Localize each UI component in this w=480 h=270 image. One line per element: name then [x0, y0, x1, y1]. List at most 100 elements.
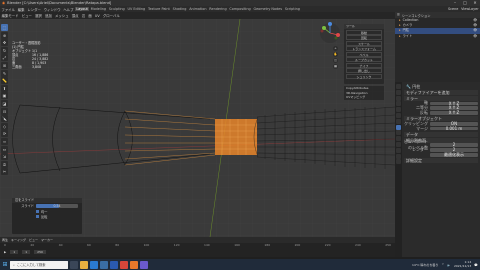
- zoom-icon[interactable]: +: [333, 46, 338, 51]
- menu-item[interactable]: レンダー: [26, 7, 42, 12]
- operator-checkbox-row[interactable]: 反転: [12, 214, 82, 220]
- volume-icon[interactable]: 🔈: [447, 263, 451, 267]
- loop-cut-icon[interactable]: ⊟: [1, 107, 8, 115]
- viewport-menu-item[interactable]: 追加: [43, 13, 53, 18]
- rotate-icon[interactable]: ↻: [1, 46, 8, 54]
- pan-icon[interactable]: ✋: [333, 52, 338, 57]
- workspace-tab[interactable]: Sculpting: [107, 7, 126, 11]
- viewport-menu-item[interactable]: 編集モード: [0, 13, 20, 18]
- sidebar-tool-button[interactable]: シュリンク: [346, 73, 382, 79]
- smooth-icon[interactable]: ≈: [1, 137, 8, 145]
- viewport-menu-item[interactable]: 辺: [80, 13, 87, 18]
- workspace-tab[interactable]: Shading: [171, 7, 188, 11]
- weather-text[interactable]: 14°C 晴れのち曇り: [412, 263, 438, 267]
- clock-date[interactable]: 2021/11/13: [454, 264, 471, 268]
- edge-slide-icon[interactable]: ⇔: [1, 145, 8, 153]
- store-icon[interactable]: [100, 260, 108, 269]
- workspace-tab[interactable]: Compositing: [228, 7, 252, 11]
- explorer-icon[interactable]: [80, 260, 88, 269]
- modifier-panel-header[interactable]: データ: [404, 131, 478, 137]
- workspace-tab[interactable]: Layout: [74, 7, 90, 11]
- view-layer-tab-icon[interactable]: [396, 101, 401, 107]
- timeline-menu-item[interactable]: キーイング: [11, 238, 26, 242]
- chrome-icon[interactable]: [120, 260, 128, 269]
- menu-item[interactable]: 編集: [16, 7, 26, 12]
- workspace-tab[interactable]: UV Editing: [126, 7, 146, 11]
- navigation-gizmo[interactable]: [319, 22, 341, 44]
- viewport-menu-item[interactable]: グローバル: [101, 13, 121, 18]
- viewport-menu-item[interactable]: 面: [87, 13, 94, 18]
- shrink-icon[interactable]: ⇲: [1, 153, 8, 161]
- workspace-tab[interactable]: Modeling: [89, 7, 107, 11]
- move-icon[interactable]: ✥: [1, 39, 8, 47]
- workspace-tab[interactable]: Rendering: [208, 7, 228, 11]
- shear-icon[interactable]: ⧄: [1, 160, 8, 168]
- transform-icon[interactable]: ⊞: [1, 61, 8, 69]
- sidebar-tool-button[interactable]: 移動: [346, 29, 382, 35]
- mail-icon[interactable]: [110, 260, 118, 269]
- data-tab-icon[interactable]: [396, 147, 401, 153]
- property-field[interactable]: X Y Z: [430, 111, 478, 115]
- workspace-tab[interactable]: Geometry Nodes: [252, 7, 283, 11]
- timeline-menu-item[interactable]: 再生: [2, 238, 8, 242]
- select-box-icon[interactable]: ⬚: [1, 24, 8, 31]
- modifier-panel-header[interactable]: 詳細設定: [404, 158, 478, 164]
- bevel-icon[interactable]: ◪: [1, 99, 8, 107]
- cursor-icon[interactable]: ⊕: [1, 31, 8, 39]
- physics-tab-icon[interactable]: [396, 136, 401, 142]
- menu-item[interactable]: ファイル: [0, 7, 16, 12]
- sidebar-tool-button[interactable]: トランスフォーム: [346, 46, 382, 51]
- blender-taskbar-icon[interactable]: [130, 260, 138, 269]
- sidebar-tool-button[interactable]: スケール: [346, 40, 382, 46]
- extrude-icon[interactable]: ⬆: [1, 84, 8, 92]
- property-field[interactable]: 最適化表示: [430, 153, 478, 157]
- property-field[interactable]: 0.001 m: [430, 126, 478, 131]
- object-tab-icon[interactable]: [396, 118, 401, 124]
- viewport-menu-item[interactable]: 頂点: [70, 13, 80, 18]
- addon-panel-header[interactable]: UVマッピング: [344, 95, 384, 100]
- output-tab-icon[interactable]: [396, 95, 401, 101]
- network-icon[interactable]: ⌔: [441, 262, 444, 267]
- visibility-icon[interactable]: 👁: [473, 34, 477, 39]
- timeline-menu-item[interactable]: マーカー: [41, 238, 53, 242]
- texture-tab-icon[interactable]: [396, 159, 401, 165]
- operator-slider[interactable]: 0.54: [36, 203, 78, 208]
- world-tab-icon[interactable]: [396, 112, 401, 118]
- edge-icon[interactable]: [90, 260, 98, 269]
- viewport-menu-item[interactable]: UV: [93, 14, 101, 18]
- spin-icon[interactable]: ⟳: [1, 130, 8, 138]
- tool-tab-icon[interactable]: [396, 84, 401, 89]
- viewport-menu-item[interactable]: 選択: [34, 13, 44, 18]
- knife-icon[interactable]: 🔪: [1, 115, 8, 123]
- sidebar-tool-button[interactable]: ベベル: [346, 51, 382, 57]
- scene-selector[interactable]: Scene: [447, 7, 460, 11]
- inset-icon[interactable]: ▣: [1, 92, 8, 100]
- modifier-panel-header[interactable]: モディファイアーを追加: [404, 90, 478, 95]
- timeline-menu-item[interactable]: ビュー: [29, 238, 38, 242]
- menu-item[interactable]: ヘルプ: [62, 7, 75, 12]
- annotate-icon[interactable]: ✎: [1, 69, 8, 77]
- app-taskbar-icon[interactable]: [140, 260, 148, 269]
- windows-start-icon[interactable]: ⊞: [0, 259, 10, 270]
- sidebar-tool-button[interactable]: 回転: [346, 35, 382, 40]
- poly-build-icon[interactable]: ◇: [1, 122, 8, 130]
- workspace-tab[interactable]: Scripting: [283, 7, 301, 11]
- render-tab-icon[interactable]: [396, 89, 401, 95]
- modifier-tab-icon[interactable]: [396, 124, 401, 130]
- checkbox[interactable]: [36, 209, 39, 213]
- sidebar-tool-button[interactable]: 押し出し: [346, 68, 382, 73]
- ortho-toggle-icon[interactable]: ▦: [333, 64, 338, 69]
- sidebar-tool-button[interactable]: ループカット: [346, 57, 382, 62]
- workspace-tab[interactable]: Texture Paint: [147, 7, 172, 11]
- checkbox[interactable]: [36, 215, 39, 219]
- viewport-menu-item[interactable]: メッシュ: [53, 13, 70, 18]
- menu-item[interactable]: ウィンドウ: [42, 7, 62, 12]
- rip-icon[interactable]: ✂: [1, 168, 8, 176]
- view-layer-selector[interactable]: ViewLayer: [460, 7, 480, 11]
- sidebar-tool-button[interactable]: ナイフ: [346, 62, 382, 68]
- camera-view-icon[interactable]: ◫: [333, 58, 338, 63]
- taskbar-search-input[interactable]: ⌕ ここに入力して検索: [10, 260, 68, 269]
- material-tab-icon[interactable]: [396, 153, 401, 159]
- task-view-icon[interactable]: [70, 260, 78, 269]
- start-frame[interactable]: 1: [22, 250, 31, 254]
